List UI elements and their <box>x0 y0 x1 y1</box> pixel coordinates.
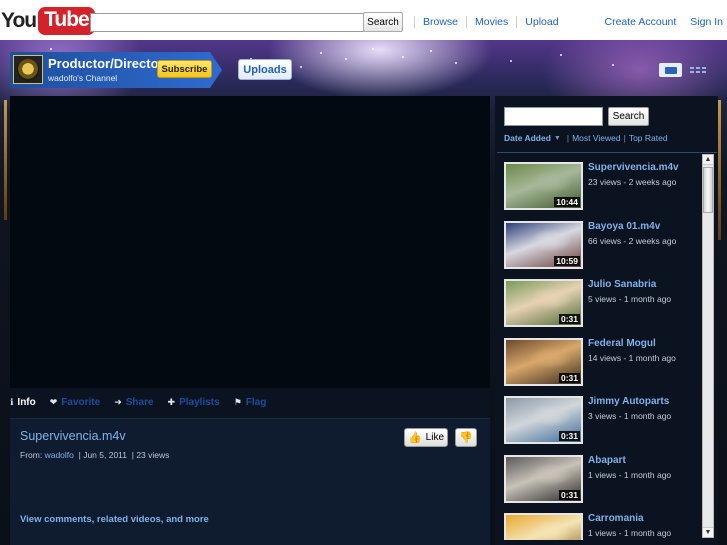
heart-icon: ❤ <box>49 396 58 407</box>
logo-you-text: You <box>1 9 37 32</box>
tab-share[interactable]: ➜ Share <box>114 397 153 408</box>
tab-info-label: Info <box>17 396 36 408</box>
tab-share-label: Share <box>125 396 154 408</box>
video-thumbnail[interactable]: 0:31 <box>504 454 583 503</box>
channel-avatar[interactable] <box>13 55 43 84</box>
plus-icon: ✚ <box>167 396 176 407</box>
tab-flag[interactable]: ⚑ Flag <box>234 397 267 408</box>
nav-browse[interactable]: Browse <box>414 16 466 28</box>
video-duration: 0:31 <box>558 314 580 324</box>
video-title[interactable]: Supervivencia.m4v <box>20 429 126 443</box>
scrollbar-thumb[interactable] <box>703 167 713 213</box>
video-list-title[interactable]: Carromania <box>588 513 644 524</box>
account-links: Create Account Sign In <box>595 16 727 28</box>
video-list-title[interactable]: Jimmy Autoparts <box>588 396 669 407</box>
channel-title[interactable]: Productor/Director <box>48 56 164 71</box>
video-list-item[interactable]: 0:31 Abapart 1 views - 1 month ago <box>504 453 702 503</box>
video-thumbnail[interactable]: 10:44 <box>504 162 583 210</box>
sort-most-viewed[interactable]: Most Viewed <box>572 133 621 143</box>
from-label: From: <box>20 450 43 460</box>
video-list-item[interactable]: 0:31 Federal Mogul 14 views - 1 month ago <box>504 336 702 386</box>
sidebar-divider <box>497 152 717 153</box>
video-list-meta: 23 views - 2 weeks ago <box>588 177 677 187</box>
like-label: Like <box>425 432 445 443</box>
video-duration: 0:31 <box>558 431 580 441</box>
flag-icon: ⚑ <box>233 396 242 407</box>
grid-view-icon[interactable] <box>690 64 706 76</box>
info-icon: ℹ <box>10 396 14 407</box>
sort-date-added[interactable]: Date Added <box>504 133 551 143</box>
video-list: 10:44 Supervivencia.m4v 23 views - 2 weeks… <box>504 160 702 540</box>
sign-in-link[interactable]: Sign In <box>680 16 727 28</box>
search-button[interactable]: Search <box>363 12 403 32</box>
create-account-link[interactable]: Create Account <box>595 16 681 28</box>
video-list-meta: 66 views - 2 weeks ago <box>588 235 677 246</box>
video-thumbnail[interactable]: 0:31 <box>504 337 583 386</box>
video-thumbnail[interactable]: 0:31 <box>504 279 583 327</box>
share-icon: ➜ <box>114 396 122 407</box>
video-list-meta: 1 views - 1 month ago <box>588 469 672 480</box>
tab-favorite-label: Favorite <box>61 396 101 408</box>
video-list-item[interactable]: 0:31 Jimmy Autoparts 3 views - 1 month ago <box>504 394 702 444</box>
video-list-meta: 3 views - 1 month ago <box>588 411 672 421</box>
logo-tube-text: Tube <box>38 7 95 35</box>
video-list-meta: 14 views - 1 month ago <box>588 352 676 363</box>
video-list-item[interactable]: 0:31 Julio Sanabria 5 views - 1 month ago <box>504 277 702 327</box>
video-list-title[interactable]: Bayoya 01.m4v <box>588 221 660 232</box>
video-list-title[interactable]: Julio Sanabria <box>588 279 656 290</box>
chevron-down-icon[interactable]: ▼ <box>554 135 561 142</box>
channel-search-button[interactable]: Search <box>608 107 649 126</box>
video-duration: 0:31 <box>558 489 580 500</box>
video-thumbnail[interactable]: 10:59 <box>504 220 583 269</box>
scroll-up-icon[interactable]: ▲ <box>703 155 713 165</box>
video-list-meta: 1 views - 1 month ago <box>588 528 672 538</box>
video-list-item[interactable]: 10:44 Supervivencia.m4v 23 views - 2 weeks… <box>504 160 702 210</box>
channel-subtitle: wadolfo's Channel <box>48 73 118 83</box>
nav-movies[interactable]: Movies <box>466 16 516 28</box>
youtube-logo[interactable]: You Tube <box>1 6 95 36</box>
author-link[interactable]: wadolfo <box>45 450 74 460</box>
tab-playlists[interactable]: ✚ Playlists <box>168 397 220 408</box>
like-button[interactable]: 👍 Like <box>404 428 448 447</box>
main-nav: Browse Movies Upload <box>414 16 567 28</box>
subscribe-button[interactable]: Subscribe <box>157 60 212 78</box>
video-meta: From: wadolfo | Jun 5, 2011 | 23 views <box>20 450 170 460</box>
video-list-item[interactable]: Carromania 1 views - 1 month ago <box>504 511 702 540</box>
more-link[interactable]: View comments, related videos, and more <box>20 514 209 525</box>
view-count: 23 views <box>136 450 170 460</box>
video-list-scrollbar[interactable]: ▲ ▼ <box>702 154 714 538</box>
video-list-item[interactable]: 10:59 Bayoya 01.m4v 66 views - 2 weeks ago <box>504 219 702 269</box>
video-list-meta: 5 views - 1 month ago <box>588 294 672 304</box>
dislike-button[interactable]: 👎 <box>455 428 477 447</box>
upload-date: Jun 5, 2011 <box>83 450 127 460</box>
video-duration: 0:31 <box>558 372 580 383</box>
masthead: You Tube Search Browse Movies Upload Cre… <box>0 0 727 40</box>
video-thumbnail[interactable]: 0:31 <box>504 396 583 444</box>
search-input[interactable] <box>90 13 364 32</box>
player-tabs: ℹ Info ❤ Favorite ➜ Share ✚ Playlists ⚑ … <box>10 393 280 411</box>
thumbs-down-icon: 👎 <box>459 432 473 444</box>
scroll-down-icon[interactable]: ▼ <box>703 527 713 537</box>
video-duration: 10:44 <box>554 197 580 207</box>
nav-upload[interactable]: Upload <box>516 16 566 28</box>
sort-options: Date Added ▼ | Most Viewed | Top Rated <box>504 133 668 143</box>
player-view-icon[interactable] <box>659 63 682 77</box>
video-player[interactable] <box>10 96 490 388</box>
video-list-title[interactable]: Supervivencia.m4v <box>588 162 679 173</box>
video-list-title[interactable]: Abapart <box>588 455 626 466</box>
channel-search-input[interactable] <box>504 107 603 126</box>
video-list-title[interactable]: Federal Mogul <box>588 338 656 349</box>
thumbs-up-icon: 👍 <box>407 432 422 444</box>
uploads-button[interactable]: Uploads <box>238 59 292 80</box>
sort-top-rated[interactable]: Top Rated <box>629 133 668 143</box>
video-duration: 10:59 <box>554 255 580 266</box>
video-thumbnail[interactable] <box>504 513 583 540</box>
tab-info[interactable]: ℹ Info <box>10 397 36 408</box>
tab-flag-label: Flag <box>245 396 267 408</box>
tab-playlists-label: Playlists <box>179 396 220 408</box>
tab-favorite[interactable]: ❤ Favorite <box>50 397 100 408</box>
